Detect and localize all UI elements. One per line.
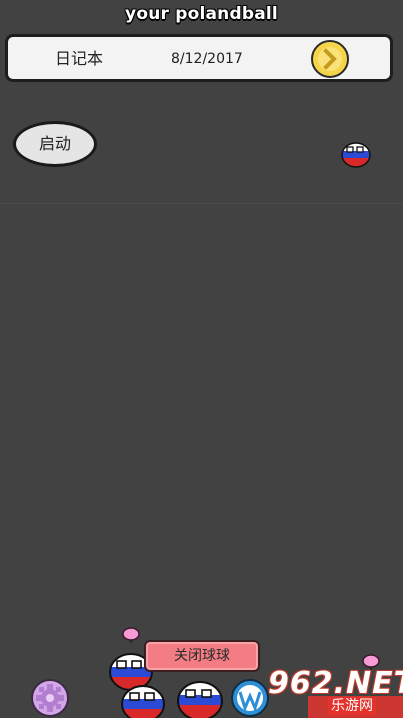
- diary-date: 8/12/2017: [171, 51, 243, 67]
- next-button[interactable]: [311, 40, 349, 78]
- watermark-sub: 乐游网: [328, 697, 376, 715]
- polandball[interactable]: [120, 684, 166, 718]
- gear-icon[interactable]: [30, 678, 70, 718]
- chevron-right-icon: [318, 47, 342, 71]
- polandball-small[interactable]: [341, 141, 371, 168]
- watermark-main: 962.NET: [268, 666, 403, 701]
- start-button[interactable]: 启动: [13, 121, 97, 167]
- watermark: 962.NET 乐游网: [262, 662, 403, 718]
- diary-bar: 日记本 8/12/2017: [5, 34, 393, 82]
- divider: [0, 203, 403, 204]
- app-title: your polandball: [125, 4, 278, 24]
- diary-label[interactable]: 日记本: [55, 37, 103, 81]
- polandball[interactable]: [176, 680, 224, 718]
- close-balls-button[interactable]: 关闭球球: [144, 640, 260, 672]
- heart-icon: [122, 627, 140, 643]
